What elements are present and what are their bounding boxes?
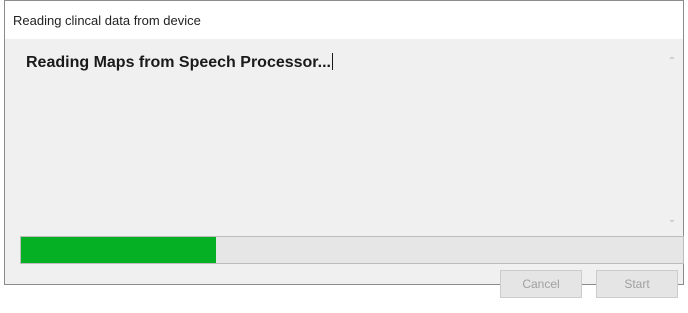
window-title: Reading clincal data from device [13, 13, 201, 28]
vertical-scrollbar[interactable]: ⌃ ⌄ [663, 45, 681, 231]
status-message-text: Reading Maps from Speech Processor... [26, 54, 331, 71]
text-caret [331, 53, 333, 70]
status-message: Reading Maps from Speech Processor... [26, 53, 333, 72]
status-text-area[interactable]: Reading Maps from Speech Processor... ⌃ … [19, 45, 681, 231]
cancel-button[interactable]: Cancel [500, 270, 582, 298]
progress-fill [21, 237, 217, 263]
progress-bar [20, 236, 684, 264]
chevron-up-icon[interactable]: ⌃ [663, 53, 681, 71]
title-bar[interactable]: Reading clincal data from device [5, 1, 683, 39]
chevron-down-icon[interactable]: ⌄ [663, 211, 681, 229]
start-button[interactable]: Start [596, 270, 678, 298]
